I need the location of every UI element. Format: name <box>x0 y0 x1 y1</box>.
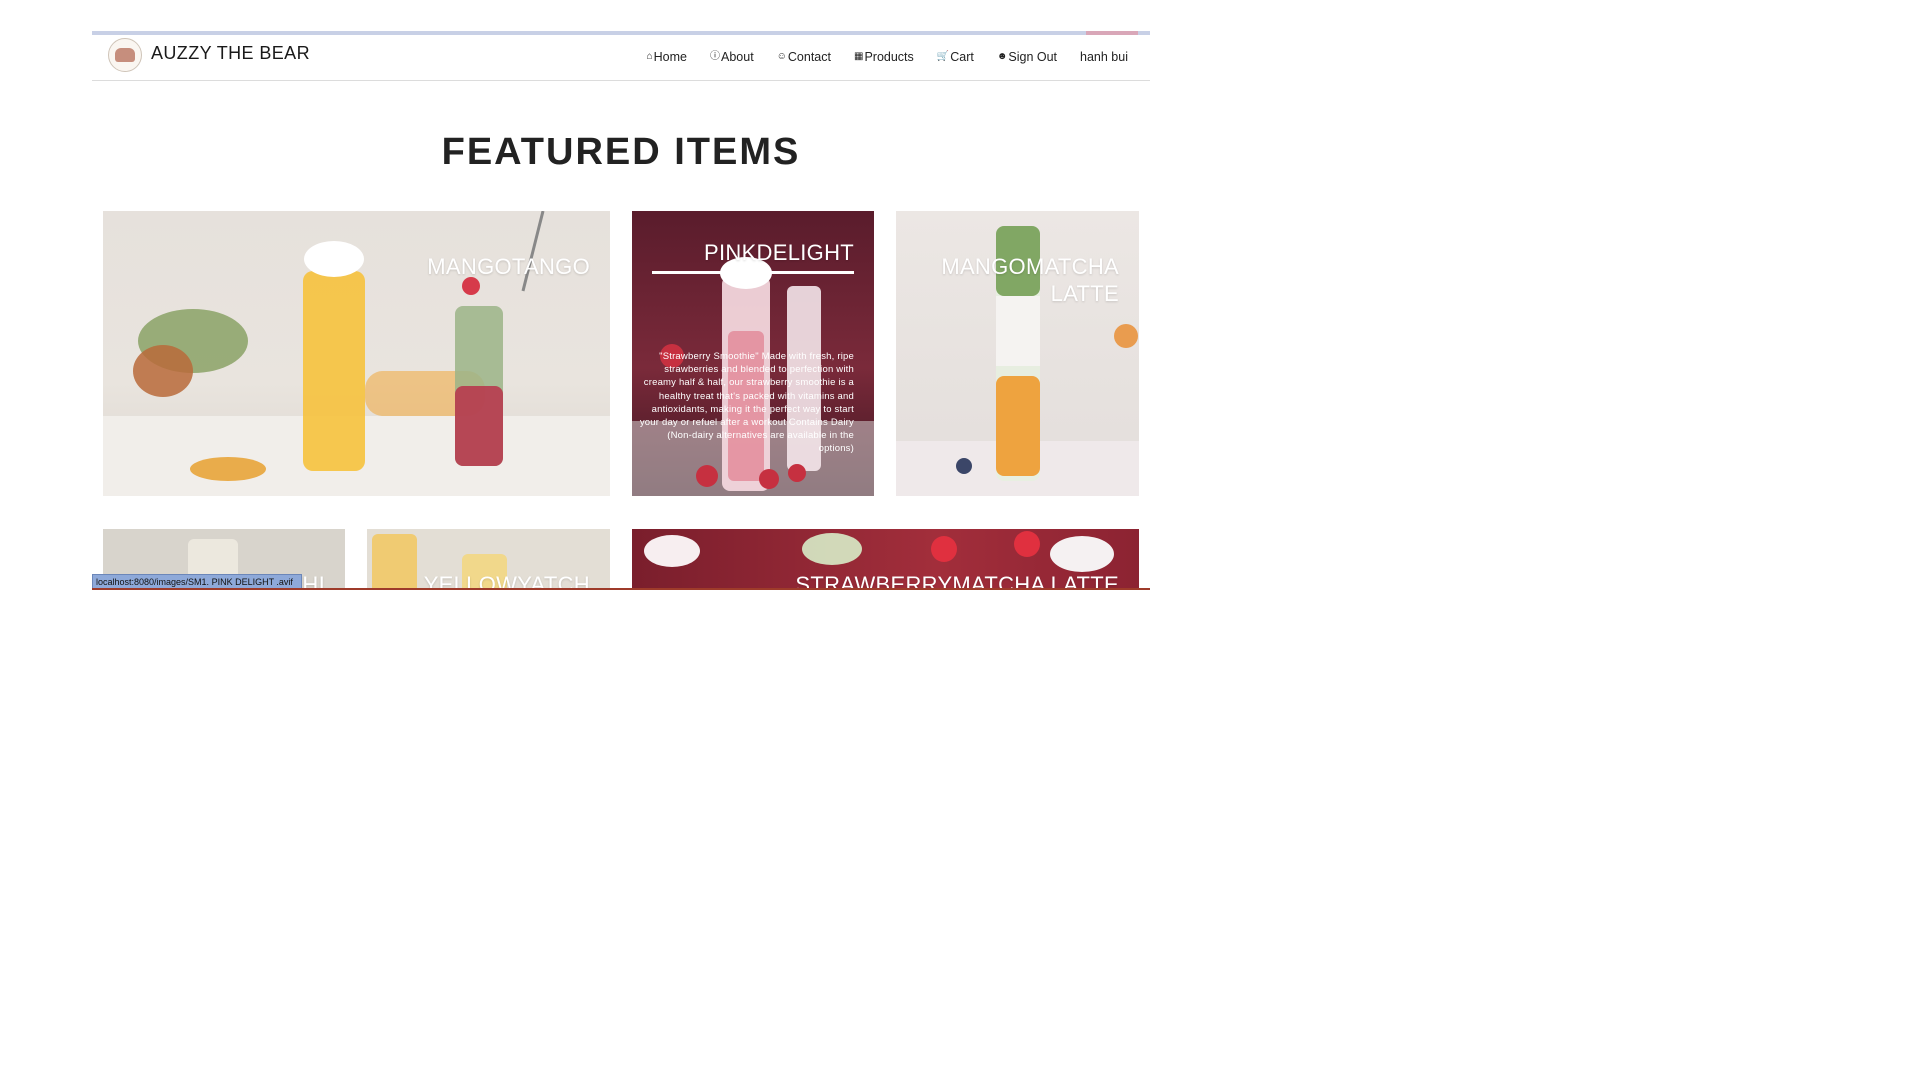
nav-sign-out-label: Sign Out <box>1008 50 1058 64</box>
nav-menu: ⌂ Home ⓘ About ☺ Contact ▦ Products 🛒 Cart ☻ S… <box>647 50 1128 64</box>
nav-products[interactable]: ▦ Products <box>854 50 914 64</box>
navbar: AUZZY THE BEAR ⌂ Home ⓘ About ☺ Contact ▦ Pr… <box>92 35 1150 81</box>
products-icon: ▦ <box>853 51 864 62</box>
nav-home-label: Home <box>653 50 687 64</box>
bottom-border <box>92 588 1150 590</box>
cart-icon: 🛒 <box>936 51 950 62</box>
card-description: "Strawberry Smoothie" Made with fresh, r… <box>639 351 854 455</box>
home-icon: ⌂ <box>646 51 653 62</box>
product-card-strawberrymatcha-latte[interactable]: STRAWBERRYMATCHA LATTE <box>632 529 1139 590</box>
status-bar-url: localhost:8080/images/SM1. PINK DELIGHT … <box>92 574 302 589</box>
nav-cart-label: Cart <box>950 50 974 64</box>
browser-viewport: AUZZY THE BEAR ⌂ Home ⓘ About ☺ Contact ▦ Pr… <box>92 31 1150 590</box>
nav-home[interactable]: ⌂ Home <box>647 50 687 64</box>
brand-name[interactable]: AUZZY THE BEAR <box>151 43 310 64</box>
nav-about[interactable]: ⓘ About <box>710 50 754 64</box>
logo[interactable] <box>108 38 142 72</box>
nav-sign-out[interactable]: ☻ Sign Out <box>997 50 1057 64</box>
contacts-icon: ☺ <box>776 51 787 62</box>
username-label: hanh bui <box>1080 50 1128 64</box>
hover-underline <box>652 271 854 274</box>
nav-products-label: Products <box>864 50 914 64</box>
nav-about-label: About <box>721 50 754 64</box>
info-icon: ⓘ <box>710 51 720 62</box>
card-label: MANGOMATCHA LATTE <box>941 254 1119 306</box>
users-icon: ☻ <box>996 51 1008 62</box>
product-card-mangomatcha-latte[interactable]: MANGOMATCHA LATTE <box>896 211 1139 496</box>
nav-cart[interactable]: 🛒 Cart <box>937 50 974 64</box>
product-card-pinkdelight[interactable]: PINKDELIGHT "Strawberry Smoothie" Made w… <box>632 211 874 496</box>
nav-contact-label: Contact <box>787 50 831 64</box>
nav-contact[interactable]: ☺ Contact <box>777 50 831 64</box>
nav-username[interactable]: hanh bui <box>1080 50 1128 64</box>
bear-logo-icon <box>115 48 135 62</box>
card-label: MANGOTANGO <box>427 254 590 279</box>
product-card-mangotango[interactable]: MANGOTANGO <box>103 211 610 496</box>
card-label: PINKDELIGHT <box>704 240 854 265</box>
featured-items-heading: FEATURED ITEMS <box>441 131 801 173</box>
product-card-yellowyatch[interactable]: YELLOWYATCH <box>367 529 610 590</box>
